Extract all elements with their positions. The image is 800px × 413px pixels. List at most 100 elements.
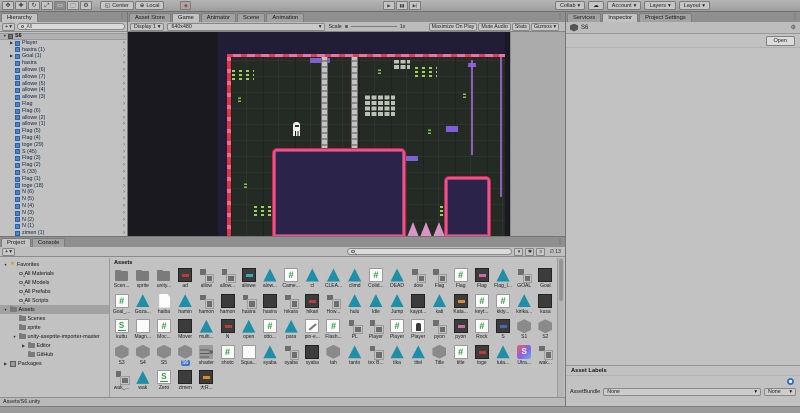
play-button[interactable]: ▶ <box>383 1 395 10</box>
asset-hikara[interactable]: hikara <box>281 293 302 319</box>
step-button[interactable]: ▶| <box>409 1 421 10</box>
game-viewport[interactable] <box>128 32 510 236</box>
asset-haiba[interactable]: haiba <box>153 293 174 319</box>
scale-slider-track[interactable] <box>350 26 397 27</box>
hierarchy-item-flag-1[interactable]: Flag (1) › <box>0 176 127 183</box>
prefab-open-chevron[interactable]: › <box>123 121 125 128</box>
hierarchy-search-input[interactable]: All <box>16 23 125 30</box>
asset-unity[interactable]: unity... <box>153 267 174 293</box>
hierarchy-item-allowe-1[interactable]: allowe (1) › <box>0 121 127 128</box>
project-tree-all-materials[interactable]: All Materials <box>0 269 109 278</box>
game-stats-button[interactable]: Stats <box>511 22 530 31</box>
asset-dow[interactable]: dow <box>408 267 429 293</box>
prefab-open-chevron[interactable]: › <box>123 108 125 115</box>
asset-shoto[interactable]: shoto <box>217 344 238 370</box>
project-tree-scenes[interactable]: Scenes <box>0 314 109 323</box>
asset-goal[interactable]: Goal <box>535 267 556 293</box>
asset-s2[interactable]: S2 <box>535 318 556 344</box>
asset-zimen[interactable]: zimen <box>175 369 196 395</box>
asset-wak[interactable]: wak... <box>535 344 556 370</box>
expand-arrow[interactable]: ▼ <box>12 335 17 339</box>
prefab-open-chevron[interactable]: › <box>123 128 125 135</box>
asset-allow[interactable]: allow... <box>217 267 238 293</box>
hierarchy-item-player[interactable]: ▶ Player › <box>0 40 127 47</box>
asset-magn[interactable]: Magn... <box>132 318 153 344</box>
asset-hamin[interactable]: hamin <box>175 293 196 319</box>
hierarchy-item-allowe-6[interactable]: allowe (6) › <box>0 67 127 74</box>
asset-s1[interactable]: S1 <box>514 318 535 344</box>
asset-tika[interactable]: tika <box>386 344 407 370</box>
asset-title[interactable]: title <box>450 344 471 370</box>
prefab-open-chevron[interactable]: › <box>123 47 125 54</box>
project-tree-all-prefabs[interactable]: All Prefabs <box>0 287 109 296</box>
asset-came[interactable]: Came... <box>281 267 302 293</box>
scrollbar-thumb[interactable] <box>559 259 563 301</box>
project-tree-favorites[interactable]: ▼ ★ Favorites <box>0 260 109 269</box>
open-button[interactable]: Open <box>765 35 795 46</box>
asset-allow[interactable]: allow <box>196 267 217 293</box>
hierarchy-item-n-4[interactable]: N (4) › <box>0 203 127 210</box>
prefab-open-chevron[interactable]: › <box>123 115 125 122</box>
account-button[interactable]: Account ▾ <box>606 1 642 10</box>
asset-kuttu[interactable]: kuttu <box>111 318 132 344</box>
custom-tool[interactable]: ⚙ <box>80 1 92 10</box>
game-gizmos-button[interactable]: Gizmos ▾ <box>530 22 559 31</box>
asset-otto[interactable]: otto... <box>259 318 280 344</box>
inspector-tab-project-settings[interactable]: Project Settings <box>639 13 692 22</box>
game-tab-animator[interactable]: Animator <box>200 13 236 22</box>
asset-hulu[interactable]: hulu <box>344 293 365 319</box>
project-tree-packages[interactable]: ▶ Packages <box>0 359 109 368</box>
prefab-open-chevron[interactable]: › <box>123 149 125 156</box>
collab-button[interactable]: Collab ▾ <box>554 1 586 10</box>
asset-utra[interactable]: Utra... <box>514 344 535 370</box>
create-menu-button[interactable]: + ▾ <box>2 247 15 256</box>
asset-colid[interactable]: Colid... <box>365 267 386 293</box>
hierarchy-item-s-33[interactable]: S (33) › <box>0 169 127 176</box>
asset-s5[interactable]: S5 <box>153 344 174 370</box>
expand-arrow[interactable]: ▶ <box>21 343 26 348</box>
asset-cl[interactable]: cl <box>302 267 323 293</box>
asset-hasira[interactable]: hasira <box>259 293 280 319</box>
asset-moc[interactable]: Moc... <box>153 318 174 344</box>
prefab-open-chevron[interactable]: › <box>123 155 125 162</box>
asset-goal[interactable]: GOAL <box>514 267 535 293</box>
game-maximize-on-play-button[interactable]: Maximize On Play <box>428 22 478 31</box>
project-tree-all-models[interactable]: All Models <box>0 278 109 287</box>
game-tab-asset-store[interactable]: Asset Store <box>129 13 171 22</box>
asset-wak[interactable]: wak <box>132 369 153 395</box>
label-icon[interactable] <box>787 378 794 385</box>
panel-menu-icon[interactable]: ⋮ <box>557 13 563 20</box>
panel-menu-icon[interactable]: ⋮ <box>119 13 125 20</box>
prefab-open-chevron[interactable]: › <box>123 196 125 203</box>
scale-slider-handle[interactable] <box>344 25 348 28</box>
game-tab-animation[interactable]: Animation <box>266 13 305 22</box>
asset-open[interactable]: open <box>238 318 259 344</box>
game-tab-game[interactable]: Game <box>171 13 200 22</box>
asset-climd[interactable]: climd <box>344 267 365 293</box>
project-tree-editor[interactable]: ▶ Editor <box>0 341 109 350</box>
asset-scen[interactable]: Scen... <box>111 267 132 293</box>
asset-tah[interactable]: tah <box>323 344 344 370</box>
asset-idle[interactable]: Idle <box>365 293 386 319</box>
asset-pyon[interactable]: pyon <box>429 318 450 344</box>
asset-alow[interactable]: alow... <box>259 267 280 293</box>
inspector-tab-services[interactable]: Services <box>567 13 602 22</box>
asset-player[interactable]: Player <box>408 318 429 344</box>
prefab-open-chevron[interactable]: › <box>123 189 125 196</box>
panel-menu-icon[interactable]: ⋮ <box>557 238 563 245</box>
hierarchy-item-n-2[interactable]: N (2) › <box>0 217 127 224</box>
hand-tool[interactable]: ✥ <box>2 1 14 10</box>
cloud-button[interactable]: ☁ <box>588 1 604 10</box>
pause-button[interactable]: ▮▮ <box>396 1 408 10</box>
asset-pin-e[interactable]: pin-e... <box>302 318 323 344</box>
asset-title[interactable]: Title <box>429 344 450 370</box>
asset-dead[interactable]: DEAD <box>386 267 407 293</box>
asset-toge[interactable]: toge <box>471 344 492 370</box>
pivot-toggle-button[interactable]: ◱ Center <box>100 1 134 10</box>
prefab-open-chevron[interactable]: › <box>123 101 125 108</box>
asset-multi[interactable]: multi... <box>196 318 217 344</box>
expand-arrow[interactable]: ▶ <box>3 361 8 366</box>
asset-pl[interactable]: PL <box>344 318 365 344</box>
asset-player[interactable]: Player <box>365 318 386 344</box>
project-tree-all-scripts[interactable]: All Scripts <box>0 296 109 305</box>
